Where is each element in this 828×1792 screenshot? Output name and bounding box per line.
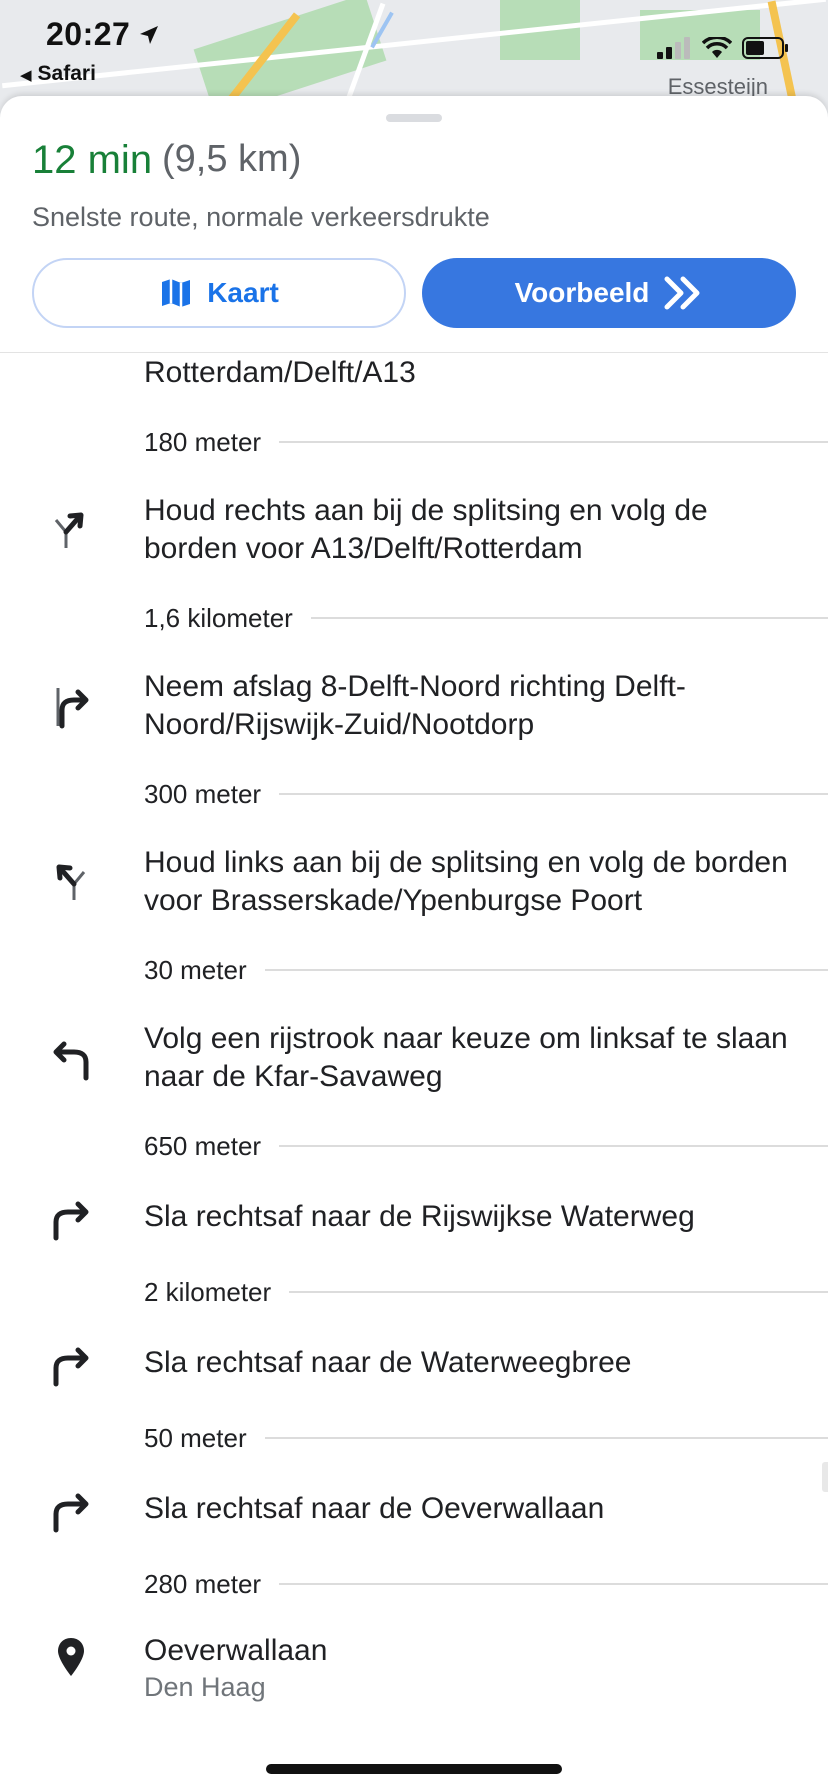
step-instruction[interactable]: Rotterdam/Delft/A13: [144, 354, 804, 392]
route-distance: (9,5 km): [162, 138, 302, 180]
step-distance: 2 kilometer: [144, 1276, 272, 1307]
location-pin-icon: [58, 1638, 84, 1676]
map-button[interactable]: Kaart: [32, 258, 406, 328]
wifi-icon: [702, 37, 732, 58]
sheet-divider: [0, 352, 828, 353]
route-duration: 12 min: [32, 138, 153, 182]
preview-button[interactable]: Voorbeeld: [422, 258, 796, 328]
turn-left-icon: [53, 1041, 89, 1081]
map-button-label: Kaart: [207, 277, 279, 308]
cellular-signal-icon: [657, 37, 690, 59]
turn-right-icon: [53, 1347, 89, 1387]
step-distance-row: 180 meter: [144, 425, 828, 459]
fork-right-icon: [54, 512, 84, 548]
back-app-label: Safari: [37, 62, 96, 85]
step-distance-row: 30 meter: [144, 953, 828, 987]
back-triangle-icon: ◀: [20, 67, 32, 84]
step-distance: 1,6 kilometer: [144, 602, 293, 633]
step-instruction[interactable]: Neem afslag 8-Delft-Noord richting Delft…: [144, 668, 804, 744]
step-instruction[interactable]: Sla rechtsaf naar de Waterweegbree: [144, 1344, 804, 1382]
step-instruction[interactable]: Houd links aan bij de splitsing en volg …: [144, 844, 804, 920]
double-chevron-right-icon: [664, 276, 700, 310]
step-distance: 300 meter: [144, 778, 262, 809]
step-distance-row: 2 kilometer: [144, 1275, 828, 1309]
home-indicator[interactable]: [266, 1764, 562, 1774]
location-arrow-icon: [140, 26, 158, 44]
map-icon: [162, 279, 191, 307]
step-distance-row: 50 meter: [144, 1421, 828, 1455]
step-instruction[interactable]: Volg een rijstrook naar keuze om linksaf…: [144, 1020, 804, 1096]
step-distance: 50 meter: [144, 1422, 247, 1453]
step-distance: 180 meter: [144, 426, 262, 457]
back-to-app-button[interactable]: ◀ Safari: [20, 62, 96, 86]
exit-right-icon: [56, 688, 89, 729]
directions-sheet: 12 min (9,5 km) Snelste route, normale v…: [0, 96, 828, 1792]
turn-right-icon: [53, 1493, 89, 1533]
step-distance-row: 1,6 kilometer: [144, 601, 828, 635]
step-distance: 650 meter: [144, 1130, 262, 1161]
step-instruction[interactable]: Houd rechts aan bij de splitsing en volg…: [144, 492, 804, 568]
step-distance: 30 meter: [144, 954, 247, 985]
destination-city: Den Haag: [144, 1672, 266, 1702]
edge-handle: [822, 1462, 828, 1492]
step-distance-row: 650 meter: [144, 1129, 828, 1163]
route-description: Snelste route, normale verkeersdrukte: [32, 202, 490, 232]
step-distance-row: 280 meter: [144, 1567, 828, 1601]
step-instruction[interactable]: Sla rechtsaf naar de Rijswijkse Waterweg: [144, 1198, 804, 1236]
step-instruction[interactable]: Sla rechtsaf naar de Oeverwallaan: [144, 1490, 804, 1528]
turn-right-icon: [53, 1201, 89, 1241]
preview-button-label: Voorbeeld: [514, 277, 650, 308]
status-icons: [656, 36, 790, 60]
sheet-grabber[interactable]: [386, 114, 442, 122]
destination-name[interactable]: Oeverwallaan: [144, 1632, 804, 1670]
step-distance-row: 300 meter: [144, 777, 828, 811]
fork-left-icon: [56, 864, 86, 900]
battery-icon: [742, 37, 788, 59]
step-distance: 280 meter: [144, 1568, 262, 1599]
status-time: 20:27: [46, 16, 131, 52]
